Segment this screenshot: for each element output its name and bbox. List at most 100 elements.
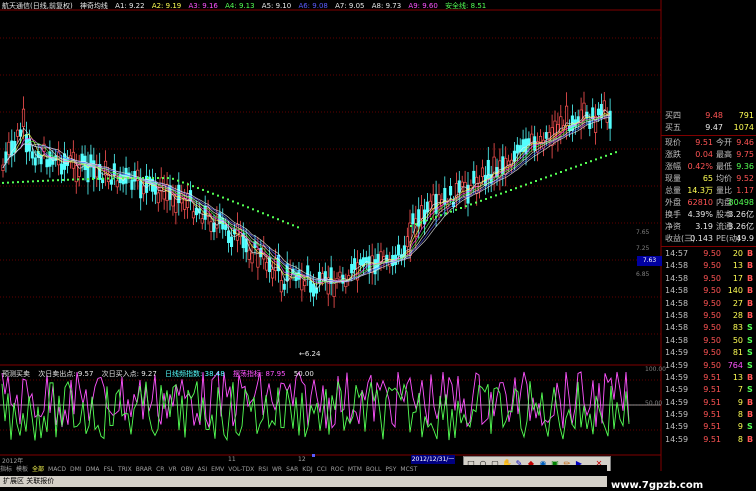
stat-label: 外盘: [665, 198, 681, 207]
legend-item: A5: 9.10: [261, 2, 292, 10]
tick-price: 9.50: [703, 335, 721, 345]
stat-label: 总量: [665, 186, 681, 195]
tab-11[interactable]: OBV: [181, 466, 194, 473]
safety-dot: [465, 205, 467, 208]
tab-2[interactable]: 全部: [32, 466, 44, 473]
candle-body: [265, 261, 269, 271]
candle-body: [379, 251, 383, 263]
tab-15[interactable]: RSI: [258, 466, 268, 473]
safety-dot: [12, 181, 14, 184]
tab-16[interactable]: WR: [272, 466, 282, 473]
divider: [661, 135, 756, 136]
safety-dot: [197, 187, 199, 190]
indicator-item: 日线频指数: 38.48: [165, 370, 225, 378]
candle-body: [130, 179, 134, 190]
tab-17[interactable]: SAR: [286, 466, 298, 473]
tab-6[interactable]: FSL: [104, 466, 115, 473]
safety-dot: [272, 216, 274, 219]
tick-row: 14:58 9.50 140 B: [661, 285, 756, 297]
tab-5[interactable]: DMA: [86, 466, 100, 473]
tab-3[interactable]: MACD: [48, 466, 66, 473]
stat-value: 14.3万: [687, 186, 713, 195]
stat-value: 9.36: [736, 162, 754, 171]
tab-10[interactable]: VR: [168, 466, 176, 473]
safety-dot: [535, 180, 537, 182]
tab-20[interactable]: ROC: [331, 466, 344, 473]
tick-row: 14:58 9.50 13 B: [661, 260, 756, 272]
tab-4[interactable]: DMI: [70, 466, 82, 473]
legend-item: A8: 9.73: [371, 2, 402, 10]
safety-dot: [207, 190, 209, 193]
safety-dot: [52, 179, 54, 182]
safety-dot: [132, 177, 134, 180]
tab-13[interactable]: EMV: [211, 466, 224, 473]
tab-12[interactable]: ASI: [197, 466, 207, 473]
tab-24[interactable]: MCST: [400, 466, 417, 473]
safety-dot: [247, 206, 249, 209]
safety-dot: [297, 226, 299, 229]
status-text[interactable]: 扩展区 关联报价: [3, 477, 54, 485]
stat-label: 涨跌: [665, 150, 681, 159]
tab-7[interactable]: TRIX: [118, 466, 132, 473]
safety-dot: [67, 178, 69, 181]
legend-indicator-name: 神奇均线: [79, 2, 108, 10]
tick-row: 14:59 9.51 9 B: [661, 397, 756, 409]
ma-line: [2, 109, 611, 290]
candle-body: [209, 221, 213, 232]
safety-dot: [505, 190, 507, 193]
safety-dot: [182, 181, 184, 184]
candle-body: [472, 170, 476, 184]
candle-body: [250, 252, 254, 264]
candle-body: [200, 218, 204, 224]
tab-23[interactable]: PSY: [385, 466, 396, 473]
chart-canvas[interactable]: [0, 0, 756, 487]
safety-dot: [177, 179, 179, 182]
indicator-item: 50.00: [293, 370, 314, 378]
tab-14[interactable]: VOL-TDX: [228, 466, 254, 473]
tick-volume: 13: [732, 261, 743, 271]
legend-item: A6: 9.08: [298, 2, 328, 10]
tick-volume: 17: [732, 273, 743, 283]
tab-21[interactable]: MTM: [348, 466, 362, 473]
tick-direction: B: [747, 273, 754, 283]
tab-19[interactable]: CCI: [317, 466, 327, 473]
tick-time: 14:58: [665, 298, 689, 308]
candle-body: [247, 249, 251, 260]
stat-value: 3.26亿: [728, 210, 754, 219]
stat-value: 3.26亿: [728, 222, 754, 231]
tab-1[interactable]: 模板: [16, 466, 28, 473]
candle-body: [397, 244, 401, 256]
safety-dot: [237, 202, 239, 205]
tick-volume: 27: [732, 298, 743, 308]
safety-dot: [142, 177, 144, 180]
tick-volume: 9: [737, 397, 743, 407]
tab-18[interactable]: KDJ: [302, 466, 312, 473]
candle-body: [596, 108, 601, 116]
safety-dot: [415, 223, 417, 226]
safety-dot: [475, 201, 477, 204]
candle-body: [39, 154, 43, 165]
tick-time: 14:58: [665, 310, 689, 320]
quote-stat-row: 现量 65 均价 9.52: [661, 173, 756, 185]
safety-dot: [57, 179, 59, 182]
candle-body: [229, 236, 234, 247]
candle-body: [320, 273, 324, 280]
tick-time: 14:57: [665, 249, 689, 258]
candle-body: [425, 201, 429, 213]
safety-dot: [555, 172, 557, 175]
tab-9[interactable]: CR: [156, 466, 164, 473]
candle-body: [306, 265, 310, 277]
tick-time: 14:58: [665, 286, 689, 296]
safety-dot: [410, 225, 412, 227]
safety-dot: [37, 180, 39, 183]
candle-body: [271, 269, 275, 279]
tick-direction: B: [747, 397, 754, 407]
tab-0[interactable]: 指标: [0, 466, 12, 473]
safety-dot: [202, 188, 204, 191]
tick-volume: 7: [737, 385, 743, 395]
safety-dot: [550, 174, 552, 177]
tab-22[interactable]: BOLL: [366, 466, 381, 473]
tab-8[interactable]: BRAR: [136, 466, 152, 473]
safety-dot: [460, 207, 462, 209]
safety-dot: [455, 208, 457, 211]
